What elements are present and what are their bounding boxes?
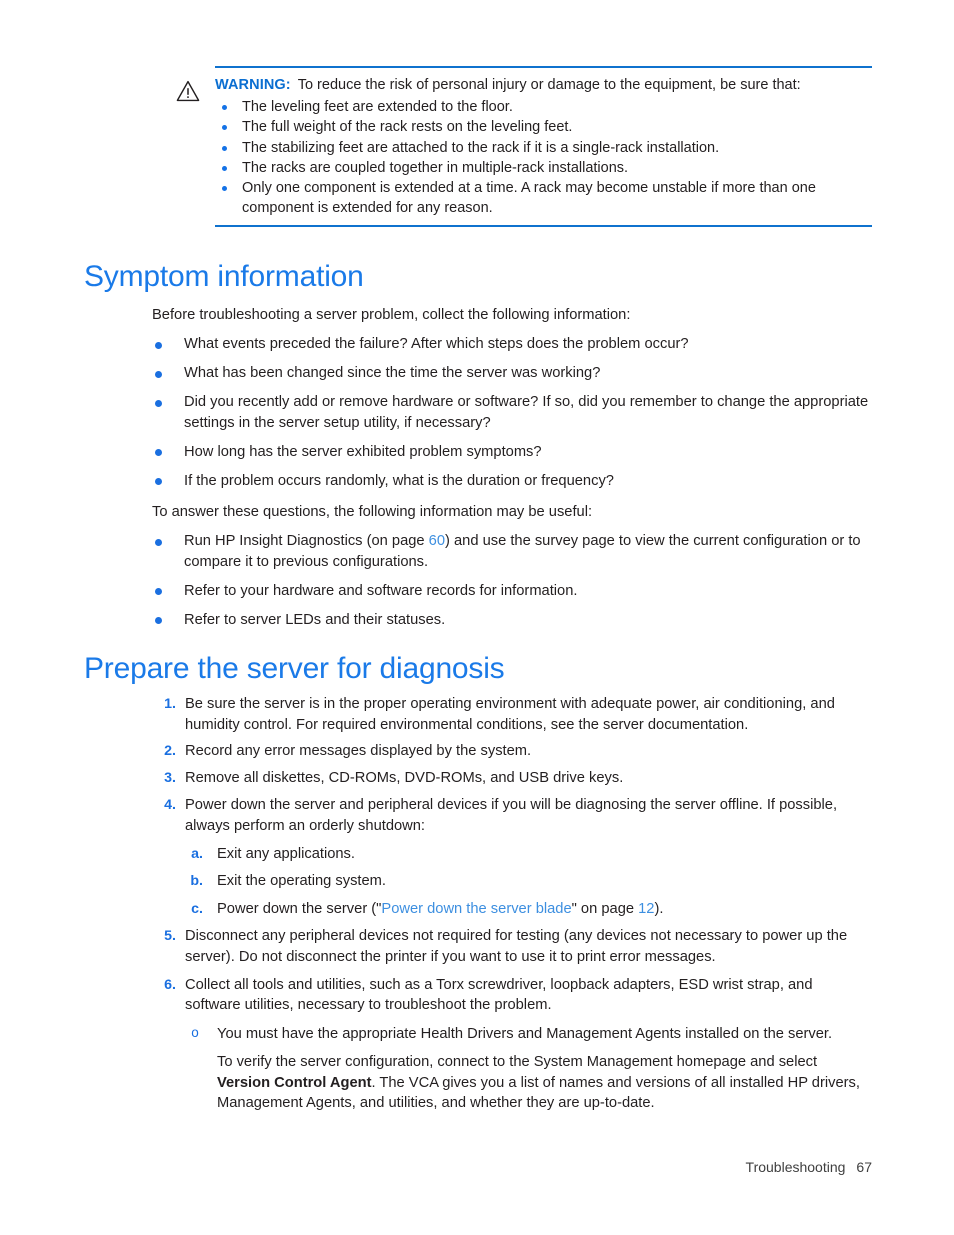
bullet-dot-icon: [155, 341, 162, 349]
list-item-step-4: 4. Power down the server and peripheral d…: [146, 795, 872, 920]
warning-list-item: The racks are coupled together in multip…: [215, 158, 872, 178]
substep-text-pre: Power down the server (": [217, 900, 382, 917]
warning-intro-text: To reduce the risk of personal injury or…: [297, 77, 801, 93]
resource-text-pre: Run HP Insight Diagnostics (on page: [184, 533, 429, 549]
question-text: What has been changed since the time the…: [184, 365, 601, 381]
warning-list-item: The full weight of the rack rests on the…: [215, 117, 872, 137]
bullet-dot-icon: [222, 165, 227, 171]
question-text: How long has the server exhibited proble…: [184, 443, 542, 460]
footer-page-number: 67: [856, 1159, 872, 1175]
step-text: Collect all tools and utilities, such as…: [185, 976, 813, 1014]
list-item-substep-c: c. Power down the server ("Power down the…: [185, 899, 872, 920]
bullet-dot-icon: [155, 478, 162, 485]
warning-item-text: The stabilizing feet are attached to the…: [242, 139, 720, 156]
list-item: Run HP Insight Diagnostics (on page 60) …: [146, 531, 872, 572]
step-text: Remove all diskettes, CD-ROMs, DVD-ROMs,…: [185, 770, 624, 787]
warning-list-item: The stabilizing feet are attached to the…: [215, 138, 872, 158]
list-item: What events preceded the failure? After …: [146, 334, 872, 355]
step-number: 1.: [164, 696, 176, 712]
warning-label: WARNING:: [215, 77, 291, 93]
substep-letter: a.: [191, 846, 203, 863]
warning-bottom-rule: [215, 224, 872, 227]
list-item-note: o You must have the appropriate Health Dr…: [185, 1024, 872, 1114]
step-number: 2.: [164, 743, 176, 760]
bullet-dot-icon: [155, 449, 162, 456]
substep-text: Exit the operating system.: [217, 873, 386, 890]
bullet-dot-icon: [155, 399, 162, 407]
prepare-note-list: o You must have the appropriate Health Dr…: [185, 1024, 872, 1114]
warning-item-text: The racks are coupled together in multip…: [242, 159, 629, 176]
list-item-step-3: 3. Remove all diskettes, CD-ROMs, DVD-ROM…: [146, 768, 872, 789]
substep-text: Exit any applications.: [217, 846, 355, 863]
step-number: 6.: [164, 976, 176, 993]
symptom-question-list: What events preceded the failure? After …: [146, 334, 872, 500]
note-text: You must have the appropriate Health Dri…: [217, 1026, 833, 1043]
step-text: Disconnect any peripheral devices not re…: [185, 928, 848, 966]
prepare-steps-list: 1. Be sure the server is in the proper op…: [146, 694, 872, 1114]
list-item-step-5: 5. Disconnect any peripheral devices not …: [146, 926, 872, 967]
substep-letter: b.: [190, 873, 203, 890]
substep-text-post: ).: [654, 900, 664, 917]
step-text: Record any error messages displayed by t…: [185, 743, 532, 760]
step-number: 4.: [164, 796, 176, 813]
list-item-substep-b: b. Exit the operating system.: [185, 871, 872, 892]
substep-letter: c.: [191, 900, 203, 917]
bullet-dot-icon: [155, 588, 162, 595]
page-reference-link[interactable]: 60: [429, 533, 445, 549]
list-item-step-2: 2. Record any error messages displayed by…: [146, 741, 872, 762]
step-text: Be sure the server is in the proper oper…: [185, 696, 835, 733]
circle-bullet-icon: o: [191, 1025, 199, 1041]
question-text: What events preceded the failure? After …: [184, 336, 689, 352]
resource-text: Refer to your hardware and software reco…: [184, 582, 578, 599]
prepare-substeps-list: a. Exit any applications. b. Exit the oper…: [185, 844, 872, 919]
warning-item-text: The leveling feet are extended to the fl…: [242, 99, 513, 115]
note-detail-bold: Version Control Agent: [217, 1074, 372, 1091]
warning-content: WARNING: To reduce the risk of personal i…: [176, 68, 872, 219]
step-text: Power down the server and peripheral dev…: [185, 796, 838, 834]
warning-heading: WARNING: To reduce the risk of personal i…: [215, 76, 872, 95]
bullet-dot-icon: [155, 538, 162, 546]
document-page: WARNING: To reduce the risk of personal i…: [0, 0, 954, 1235]
step-number: 3.: [164, 770, 176, 787]
bullet-dot-icon: [222, 186, 227, 192]
symptom-resource-list: Run HP Insight Diagnostics (on page 60) …: [146, 531, 872, 639]
bullet-dot-icon: [222, 105, 227, 110]
substep-text-mid: " on page: [571, 900, 639, 917]
warning-item-text: The full weight of the rack rests on the…: [242, 119, 573, 136]
note-detail-paragraph: To verify the server configuration, conn…: [217, 1052, 872, 1114]
warning-triangle-icon: [176, 80, 200, 102]
list-item: Refer to server LEDs and their statuses.: [146, 610, 872, 631]
warning-list-item: Only one component is extended at a time…: [215, 178, 872, 219]
warning-item-text: Only one component is extended at a time…: [242, 180, 816, 217]
note-detail-pre: To verify the server configuration, conn…: [217, 1053, 818, 1070]
page-reference-link[interactable]: 12: [638, 901, 654, 917]
bullet-dot-icon: [222, 125, 227, 131]
answer-intro-paragraph: To answer these questions, the following…: [152, 504, 593, 520]
list-item: What has been changed since the time the…: [146, 363, 872, 384]
question-text: Did you recently add or remove hardware …: [184, 394, 869, 431]
section-heading-symptom-information: Symptom information: [84, 260, 364, 293]
warning-bullet-list: The leveling feet are extended to the fl…: [215, 97, 872, 219]
resource-text: Refer to server LEDs and their statuses.: [184, 611, 446, 628]
bullet-dot-icon: [222, 145, 227, 151]
list-item: If the problem occurs randomly, what is …: [146, 471, 872, 492]
bullet-dot-icon: [155, 370, 162, 378]
list-item-substep-a: a. Exit any applications.: [185, 844, 872, 865]
list-item: How long has the server exhibited proble…: [146, 442, 872, 463]
question-text: If the problem occurs randomly, what is …: [184, 472, 614, 489]
list-item-step-1: 1. Be sure the server is in the proper op…: [146, 694, 872, 735]
list-item-step-6: 6. Collect all tools and utilities, such …: [146, 975, 872, 1114]
warning-list-item: The leveling feet are extended to the fl…: [215, 97, 872, 117]
bullet-dot-icon: [155, 617, 162, 624]
warning-admonition: WARNING: To reduce the risk of personal i…: [176, 66, 872, 227]
page-footer: Troubleshooting 67: [0, 1159, 872, 1175]
step-number: 5.: [164, 928, 176, 945]
list-item: Refer to your hardware and software reco…: [146, 581, 872, 602]
cross-reference-link[interactable]: Power down the server blade: [381, 901, 571, 917]
footer-chapter-label: Troubleshooting: [745, 1159, 846, 1175]
list-item: Did you recently add or remove hardware …: [146, 392, 872, 433]
section-heading-prepare-server: Prepare the server for diagnosis: [84, 652, 505, 685]
symptom-intro-paragraph: Before troubleshooting a server problem,…: [152, 307, 631, 323]
